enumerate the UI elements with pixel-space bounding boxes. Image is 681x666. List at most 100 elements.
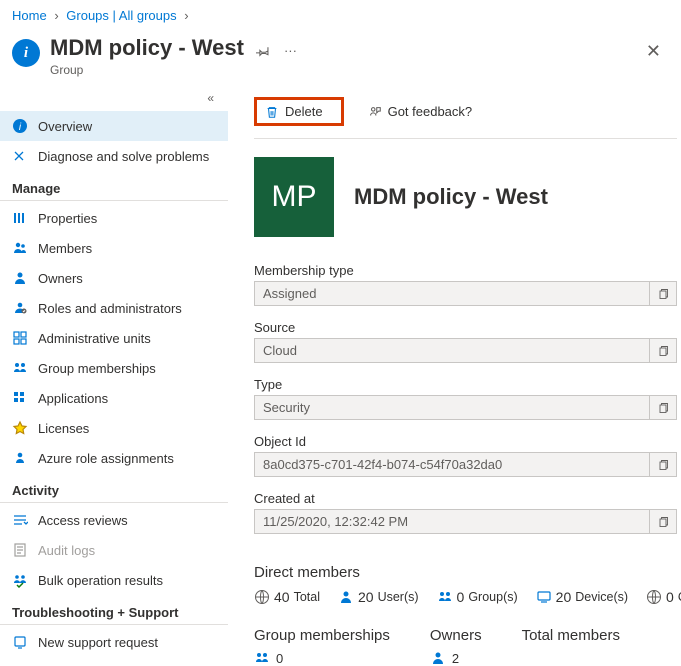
stat-others: 0 Other(s) bbox=[646, 589, 681, 605]
footer-heading: Group memberships bbox=[254, 627, 390, 644]
breadcrumb-home[interactable]: Home bbox=[12, 8, 47, 23]
chevron-right-icon: › bbox=[54, 8, 58, 23]
copy-button[interactable] bbox=[649, 452, 677, 477]
page-header: i MDM policy - West Group ··· ✕ bbox=[0, 31, 681, 89]
owners-icon bbox=[12, 270, 28, 286]
field-value: 11/25/2020, 12:32:42 PM bbox=[254, 509, 649, 534]
sidebar-item-overview[interactable]: i Overview bbox=[0, 111, 228, 141]
stat-count: 40 bbox=[274, 589, 290, 605]
sidebar-item-label: Overview bbox=[38, 119, 92, 134]
field-value: Assigned bbox=[254, 281, 649, 306]
field-value: Security bbox=[254, 395, 649, 420]
feedback-label: Got feedback? bbox=[388, 104, 473, 119]
copy-button[interactable] bbox=[649, 338, 677, 363]
close-icon[interactable]: ✕ bbox=[646, 35, 665, 62]
sidebar-item-label: Access reviews bbox=[38, 513, 128, 528]
field-label: Membership type bbox=[254, 263, 677, 278]
sidebar-item-roles[interactable]: Roles and administrators bbox=[0, 293, 228, 323]
footer-total-members: Total members bbox=[522, 627, 620, 666]
sidebar-item-diagnose[interactable]: Diagnose and solve problems bbox=[0, 141, 228, 171]
globe-icon bbox=[254, 589, 270, 605]
sidebar-item-licenses[interactable]: Licenses bbox=[0, 413, 228, 443]
copy-button[interactable] bbox=[649, 509, 677, 534]
footer-group-memberships: Group memberships 0 bbox=[254, 627, 390, 666]
field-value: 8a0cd375-c701-42f4-b074-c54f70a32da0 bbox=[254, 452, 649, 477]
stat-count: 0 bbox=[666, 589, 674, 605]
support-icon bbox=[12, 634, 28, 650]
copy-button[interactable] bbox=[649, 281, 677, 306]
stat-label: Device(s) bbox=[575, 590, 628, 604]
sidebar-item-label: Properties bbox=[38, 211, 97, 226]
sidebar-item-bulk-operation[interactable]: Bulk operation results bbox=[0, 565, 228, 595]
footer-heading: Owners bbox=[430, 627, 482, 644]
device-icon bbox=[536, 589, 552, 605]
group-memberships-icon bbox=[12, 360, 28, 376]
stat-count: 20 bbox=[556, 589, 572, 605]
sidebar-section-activity: Activity bbox=[0, 473, 228, 503]
stat-label: Total bbox=[294, 590, 320, 604]
stat-count: 20 bbox=[358, 589, 374, 605]
breadcrumb-groups[interactable]: Groups | All groups bbox=[66, 8, 176, 23]
field-label: Created at bbox=[254, 491, 677, 506]
sidebar-item-audit-logs[interactable]: Audit logs bbox=[0, 535, 228, 565]
sidebar-item-label: Roles and administrators bbox=[38, 301, 182, 316]
more-icon[interactable]: ··· bbox=[284, 43, 297, 58]
direct-members-stats: 40 Total 20 User(s) 0 Group(s) 20 Device… bbox=[254, 589, 677, 605]
sidebar-item-admin-units[interactable]: Administrative units bbox=[0, 323, 228, 353]
roles-icon bbox=[12, 300, 28, 316]
field-source: Source Cloud bbox=[254, 320, 677, 363]
field-type: Type Security bbox=[254, 377, 677, 420]
sidebar-item-properties[interactable]: Properties bbox=[0, 203, 228, 233]
info-icon: i bbox=[12, 118, 28, 134]
sidebar-item-access-reviews[interactable]: Access reviews bbox=[0, 505, 228, 535]
access-reviews-icon bbox=[12, 512, 28, 528]
sidebar-item-owners[interactable]: Owners bbox=[0, 263, 228, 293]
delete-button[interactable]: Delete bbox=[254, 97, 344, 126]
sidebar-item-label: New support request bbox=[38, 635, 158, 650]
sidebar-item-new-support[interactable]: New support request bbox=[0, 627, 228, 657]
entity-name: MDM policy - West bbox=[354, 184, 548, 210]
sidebar-item-label: Diagnose and solve problems bbox=[38, 149, 209, 164]
user-icon bbox=[338, 589, 354, 605]
sidebar-section-troubleshoot: Troubleshooting + Support bbox=[0, 595, 228, 625]
admin-units-icon bbox=[12, 330, 28, 346]
azure-role-icon bbox=[12, 450, 28, 466]
collapse-sidebar-icon[interactable]: « bbox=[0, 89, 228, 111]
direct-members-heading: Direct members bbox=[254, 564, 677, 581]
footer-owners: Owners 2 bbox=[430, 627, 482, 666]
sidebar-item-label: Audit logs bbox=[38, 543, 95, 558]
stat-count: 0 bbox=[457, 589, 465, 605]
sidebar-item-members[interactable]: Members bbox=[0, 233, 228, 263]
pin-icon[interactable] bbox=[256, 44, 270, 58]
sidebar-item-azure-role[interactable]: Azure role assignments bbox=[0, 443, 228, 473]
trash-icon bbox=[265, 105, 279, 119]
sidebar-item-label: Bulk operation results bbox=[38, 573, 163, 588]
diagnose-icon bbox=[12, 148, 28, 164]
field-value: Cloud bbox=[254, 338, 649, 363]
sidebar-section-manage: Manage bbox=[0, 171, 228, 201]
sidebar-item-label: Licenses bbox=[38, 421, 89, 436]
sidebar-item-label: Members bbox=[38, 241, 92, 256]
sidebar-item-label: Owners bbox=[38, 271, 83, 286]
group-icon bbox=[437, 589, 453, 605]
stat-label: User(s) bbox=[378, 590, 419, 604]
field-label: Source bbox=[254, 320, 677, 335]
feedback-button[interactable]: Got feedback? bbox=[362, 100, 479, 123]
sidebar: « i Overview Diagnose and solve problems… bbox=[0, 89, 228, 666]
main-content: Delete Got feedback? MP MDM policy - Wes… bbox=[228, 89, 681, 666]
stat-groups: 0 Group(s) bbox=[437, 589, 518, 605]
copy-button[interactable] bbox=[649, 395, 677, 420]
sidebar-item-label: Azure role assignments bbox=[38, 451, 174, 466]
details-section: Membership type Assigned Source Cloud Ty… bbox=[254, 237, 677, 534]
field-object-id: Object Id 8a0cd375-c701-42f4-b074-c54f70… bbox=[254, 434, 677, 477]
bulk-operation-icon bbox=[12, 572, 28, 588]
licenses-icon bbox=[12, 420, 28, 436]
footer-stats: Group memberships 0 Owners 2 Total membe… bbox=[254, 627, 677, 666]
sidebar-item-group-memberships[interactable]: Group memberships bbox=[0, 353, 228, 383]
delete-label: Delete bbox=[285, 104, 323, 119]
applications-icon bbox=[12, 390, 28, 406]
audit-logs-icon bbox=[12, 542, 28, 558]
field-created-at: Created at 11/25/2020, 12:32:42 PM bbox=[254, 491, 677, 534]
group-icon bbox=[254, 650, 270, 666]
sidebar-item-applications[interactable]: Applications bbox=[0, 383, 228, 413]
